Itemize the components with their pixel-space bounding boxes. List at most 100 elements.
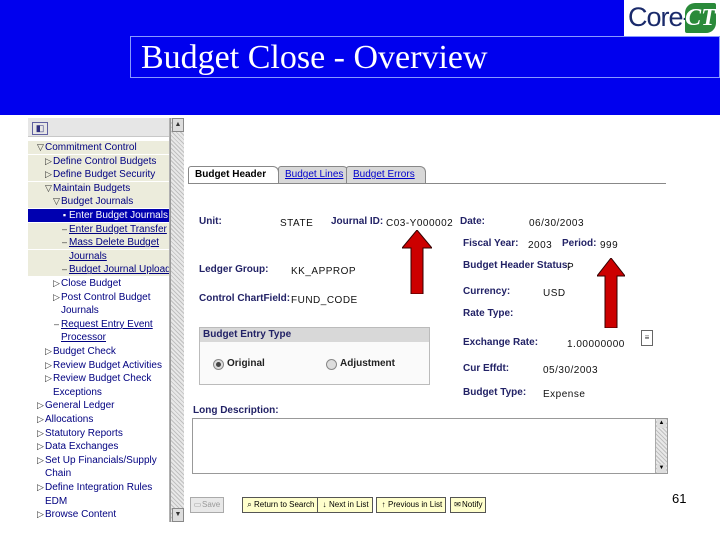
menu-item-label: Journals (69, 250, 107, 262)
collapsed-folder-icon: ▷ (53, 291, 60, 302)
menu-item[interactable]: Journals (28, 249, 169, 263)
ledger-group-label: Ledger Group: (199, 264, 269, 275)
menu-item[interactable]: Chain (28, 467, 71, 480)
menu-item[interactable]: ▽Commitment Control (28, 141, 169, 154)
menu-bullet-icon: – (53, 318, 59, 329)
tab-budget-lines[interactable]: Budget Lines (278, 166, 349, 183)
menu-item[interactable]: – Enter Budget Transfer (28, 222, 169, 236)
menu-item[interactable]: ▷Budget Check (28, 345, 116, 358)
budget-header-status-value: P (567, 262, 575, 273)
ledger-group-value: KK_APPROP (291, 266, 357, 277)
exchange-rate-value: 1.00000000 (567, 339, 625, 350)
menu-item[interactable]: EDM (28, 495, 67, 508)
journal-id-label: Journal ID: (331, 216, 384, 227)
menu-bullet-icon: – (61, 264, 67, 275)
menu-item[interactable]: ▷Post Control Budget (28, 291, 150, 304)
control-chartfield-value: FUND_CODE (291, 295, 358, 306)
notify-button[interactable]: ✉Notify (450, 497, 487, 513)
menu-item-label: Commitment Control (45, 142, 137, 153)
date-value: 06/30/2003 (529, 218, 585, 229)
core-ct-logo: Core- CT (624, 0, 720, 36)
notify-icon: ✉ (454, 500, 461, 509)
menu-bullet-icon: – (61, 223, 67, 234)
collapsed-folder-icon: ▷ (37, 427, 44, 438)
textarea-scroll-up-icon[interactable]: ▲ (657, 419, 666, 428)
menu-item[interactable]: ▷Set Up Financials/Supply (28, 454, 157, 467)
collapsed-folder-icon: ▷ (53, 278, 60, 288)
tab-budget-errors[interactable]: Budget Errors (346, 166, 426, 183)
menu-item[interactable]: ▷Allocations (28, 413, 93, 426)
return-to-search-button[interactable]: ⌕ Return to Search (242, 497, 319, 513)
menu-item[interactable]: ▷Browse Content (28, 508, 116, 521)
menu-item-label: General Ledger (45, 400, 115, 412)
save-button[interactable]: ▭Save (190, 497, 225, 513)
original-radio[interactable] (213, 359, 224, 370)
slide-number: 61 (672, 491, 687, 506)
budget-type-value: Expense (543, 389, 586, 400)
textarea-scroll-down-icon[interactable]: ▼ (657, 464, 666, 473)
previous-in-list-button[interactable]: ↑ Previous in List (376, 497, 447, 513)
scroll-up-icon[interactable]: ▲ (172, 118, 184, 132)
menu-item[interactable]: ▷Define Control Budgets (28, 154, 169, 168)
menu-bullet-icon: ▪ (62, 210, 67, 220)
menu-item-label: Enter Budget Transfer (69, 223, 167, 235)
menu-item-label: Review Budget Activities (53, 359, 162, 371)
menu-item[interactable]: ▷Data Exchanges (28, 440, 118, 453)
tab-budget-header[interactable]: Budget Header (188, 166, 279, 184)
control-chartfield-label: Control ChartField: (199, 293, 291, 304)
collapsed-folder-icon: ▷ (37, 441, 44, 452)
expanded-folder-icon: ▽ (45, 182, 52, 193)
menu-item-label: Enter Budget Journals (69, 210, 168, 221)
menu-item[interactable]: ▷Review Budget Check (28, 372, 151, 385)
budget-type-label: Budget Type: (463, 387, 527, 398)
menu-item[interactable]: Processor (28, 331, 106, 344)
menu-item-label: Statutory Reports (45, 427, 123, 439)
menu-item[interactable]: – Mass Delete Budget (28, 236, 169, 250)
budget-entry-type-group: Budget Entry Type Original Adjustment (199, 327, 430, 385)
menu-item[interactable]: Journals (28, 304, 99, 317)
rate-detail-icon[interactable]: ≡ (641, 330, 653, 346)
collapsed-folder-icon: ▷ (45, 155, 52, 166)
menu-header: ◧ (28, 118, 169, 137)
cur-effdt-value: 05/30/2003 (543, 365, 599, 376)
annotation-arrow-status (597, 258, 625, 328)
menu-item-label: Journals (61, 305, 99, 317)
menu-item[interactable]: – Budget Journal Upload (28, 263, 169, 277)
menu-collapse-icon[interactable]: ◧ (32, 122, 48, 135)
unit-value: STATE (280, 218, 314, 229)
menu-item[interactable]: ▷Close Budget (28, 277, 121, 290)
menu-item-label: Define Control Budgets (53, 155, 157, 167)
menu-item-label: Request Entry Event (61, 318, 153, 330)
currency-label: Currency: (463, 286, 511, 297)
menu-item-label: Define Integration Rules (45, 482, 153, 493)
menu-item[interactable]: Exceptions (28, 386, 102, 399)
menu-item[interactable]: ▷Statutory Reports (28, 427, 123, 440)
menu-scrollbar[interactable]: ▲ ▼ (170, 118, 184, 522)
adjustment-radio-label: Adjustment (340, 358, 395, 369)
menu-item-label: Close Budget (61, 278, 122, 289)
menu-item[interactable]: ▽Budget Journals (28, 195, 169, 209)
adjustment-radio[interactable] (326, 359, 337, 370)
menu-item[interactable]: ▷Review Budget Activities (28, 359, 162, 372)
long-description-textarea[interactable]: ▲ ▼ (192, 418, 668, 474)
collapsed-folder-icon: ▷ (45, 359, 52, 370)
textarea-scrollbar[interactable]: ▲ ▼ (655, 419, 667, 473)
period-value: 999 (600, 240, 619, 251)
next-in-list-button[interactable]: ↓ Next in List (317, 497, 373, 513)
menu-item[interactable]: ▷Define Integration Rules (28, 481, 152, 494)
menu-item[interactable]: ▷Define Budget Security (28, 168, 169, 182)
menu-item[interactable]: ▪ Enter Budget Journals (28, 209, 169, 222)
expanded-folder-icon: ▽ (37, 142, 44, 152)
menu-item[interactable]: – Request Entry Event (28, 318, 153, 331)
menu-item-label: Exceptions (53, 386, 102, 398)
date-label: Date: (460, 216, 486, 227)
menu-navigation-panel: ◧ ▽Commitment Control ▷Define Control Bud… (28, 118, 170, 522)
collapsed-folder-icon: ▷ (45, 373, 52, 384)
menu-item-label: Browse Content (45, 509, 117, 521)
menu-item-label: Review Budget Check (53, 373, 152, 385)
menu-item-label: Budget Check (53, 346, 116, 357)
menu-item[interactable]: ▽Maintain Budgets (28, 181, 169, 195)
menu-item-label: Data Exchanges (45, 441, 119, 453)
scroll-down-icon[interactable]: ▼ (172, 508, 184, 522)
menu-item[interactable]: ▷General Ledger (28, 399, 115, 412)
